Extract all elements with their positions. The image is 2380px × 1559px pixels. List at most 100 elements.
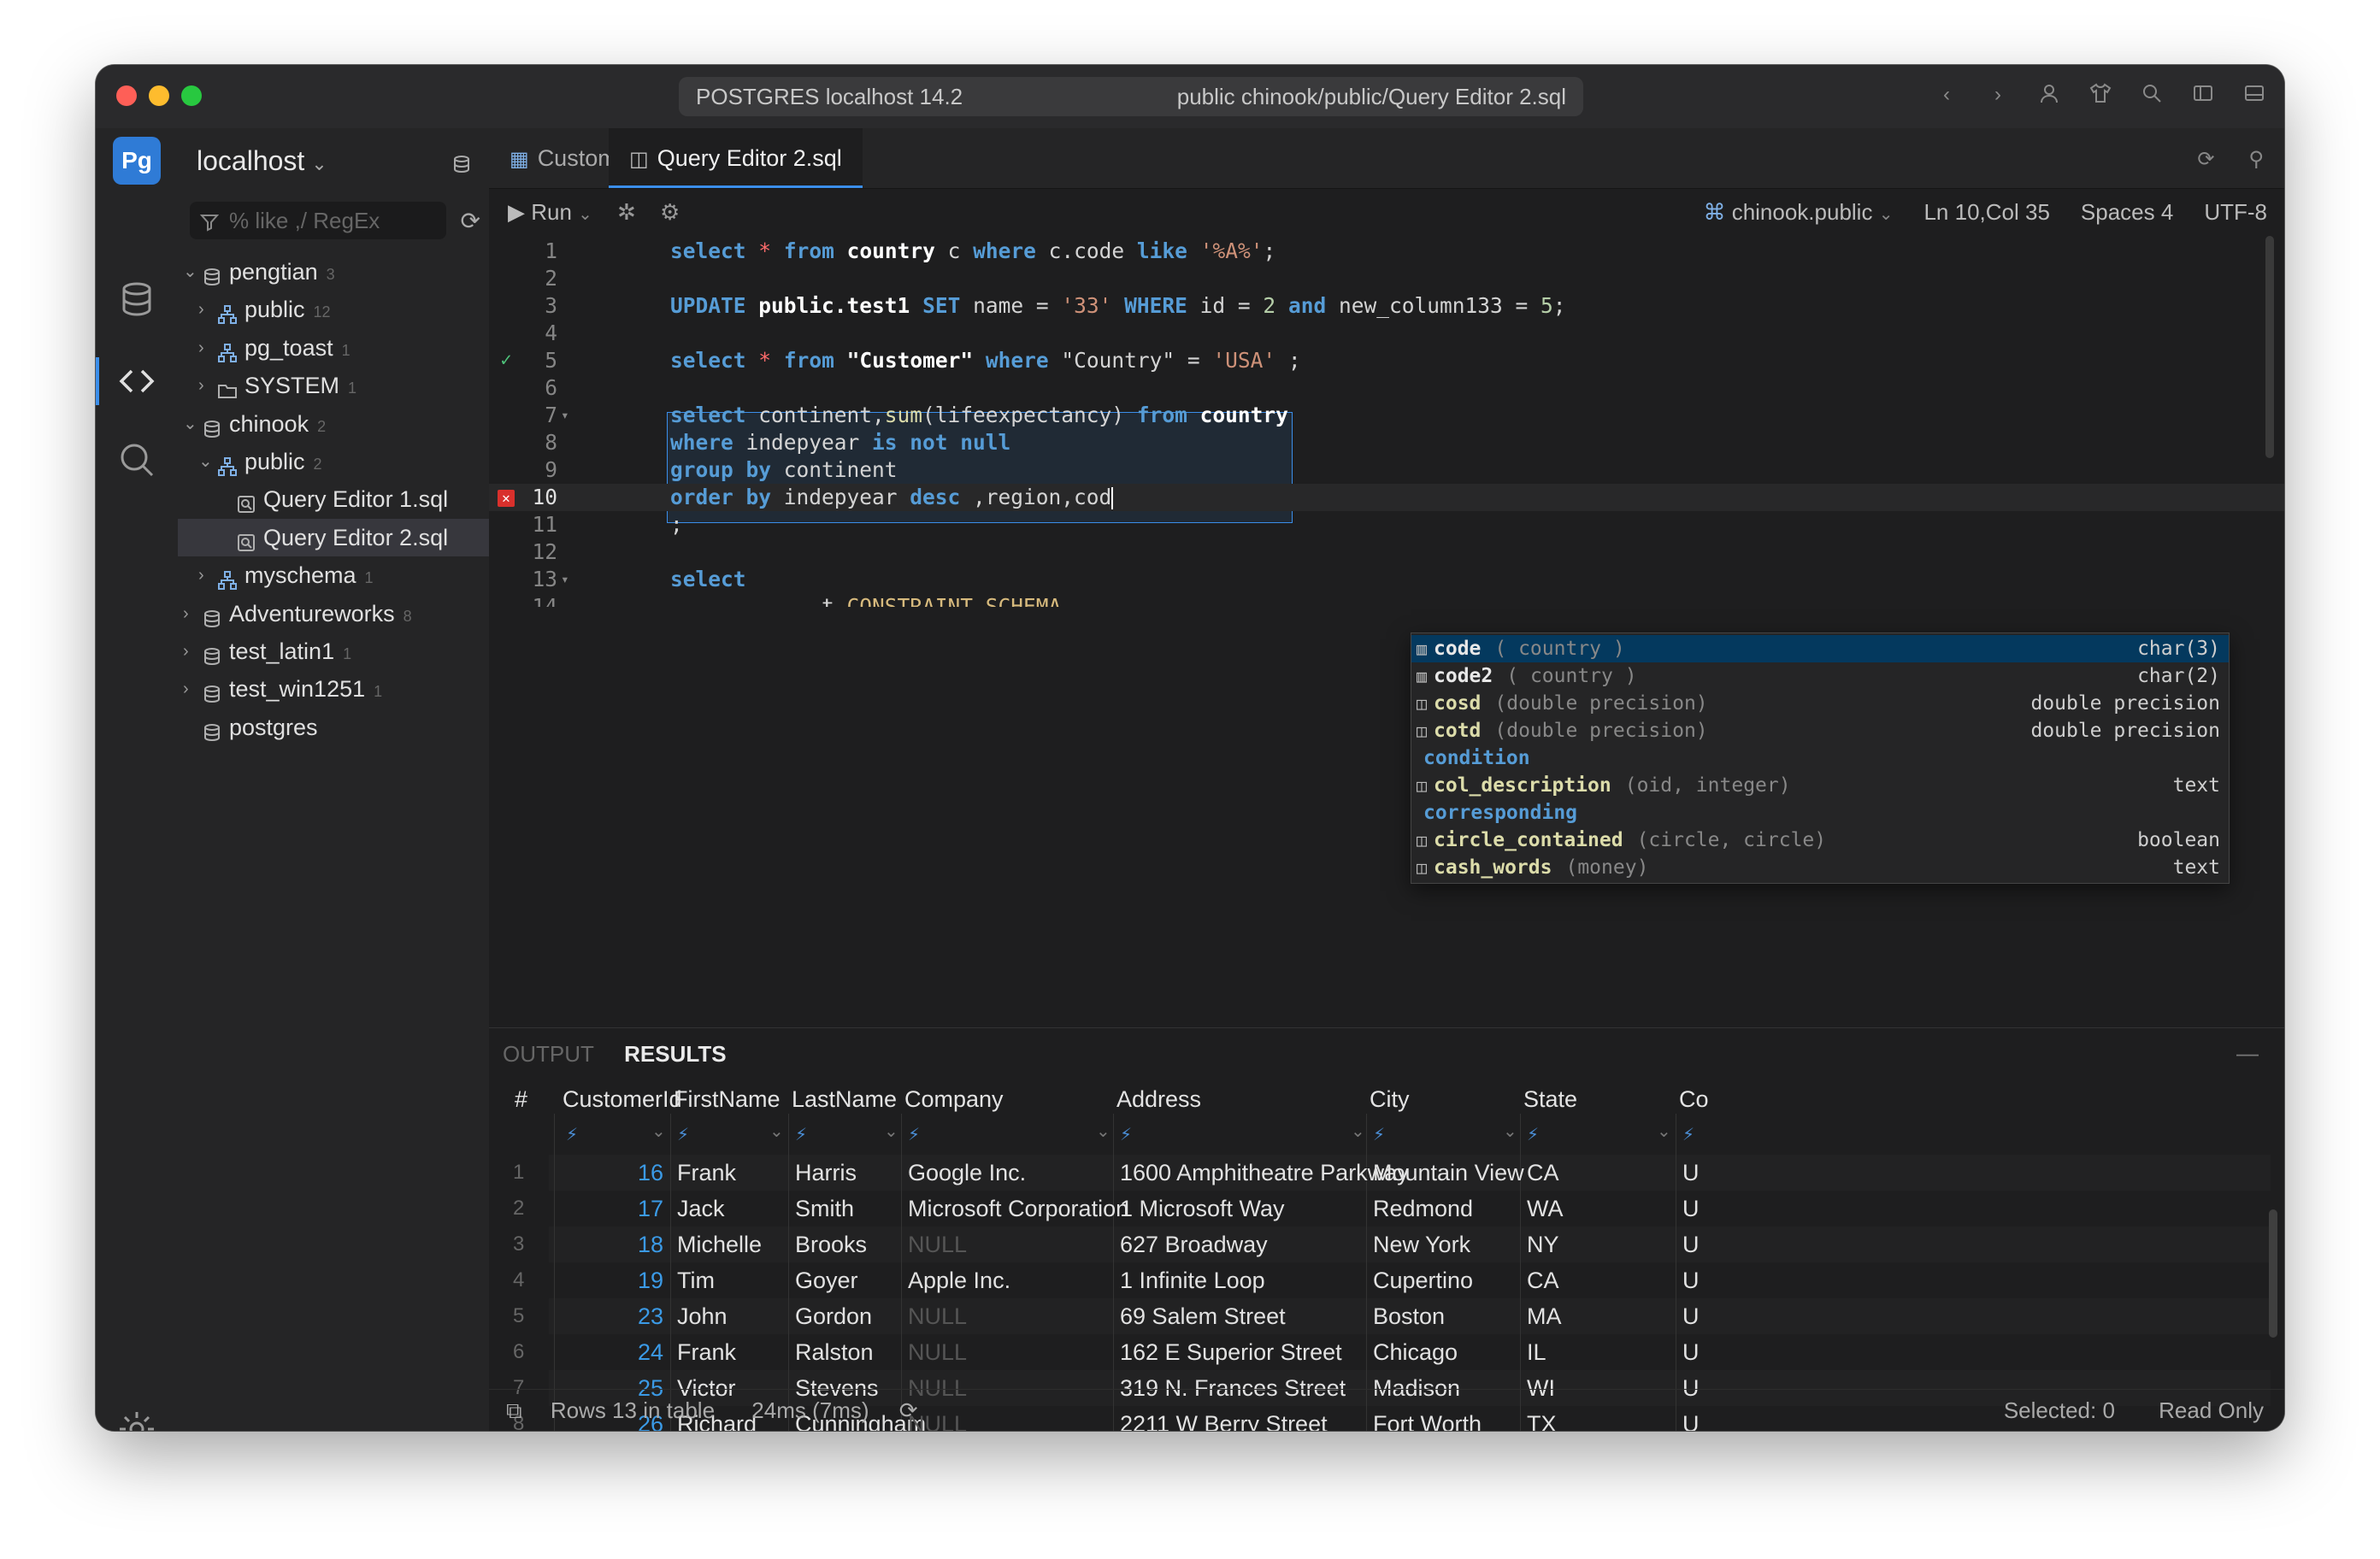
table-cell[interactable]: Apple Inc. xyxy=(908,1262,1010,1298)
filter-input[interactable]: % like ,/ RegEx xyxy=(190,202,446,239)
table-cell[interactable]: NY xyxy=(1527,1227,1559,1262)
chevron-down-icon[interactable]: ⌄ xyxy=(183,405,200,443)
tree-item[interactable]: ⌄ public 2 xyxy=(178,443,489,480)
table-cell[interactable]: U xyxy=(1682,1298,1700,1334)
table-cell[interactable]: Boston xyxy=(1373,1298,1445,1334)
table-cell[interactable]: New York xyxy=(1373,1227,1470,1262)
tree-item[interactable]: › Adventureworks 8 xyxy=(178,595,489,632)
settings-gear-icon[interactable] xyxy=(116,1409,157,1431)
table-cell[interactable]: Frank xyxy=(677,1334,736,1370)
vertical-scrollbar[interactable] xyxy=(2269,1209,2277,1338)
chevron-down-icon[interactable]: ⌄ xyxy=(1096,1114,1110,1150)
connection-selector[interactable]: localhost ⌄ xyxy=(197,145,327,177)
column-header[interactable]: Co xyxy=(1679,1081,1709,1117)
pin-icon[interactable]: ⚲ xyxy=(2248,147,2264,172)
table-cell[interactable]: Brooks xyxy=(795,1227,867,1262)
toggle-panel-icon[interactable] xyxy=(2242,82,2267,108)
table-cell[interactable]: Google Inc. xyxy=(908,1155,1026,1191)
table-cell[interactable]: CA xyxy=(1527,1155,1559,1191)
autocomplete-item[interactable]: ◫ cosd (double precision) double precision xyxy=(1411,690,2229,717)
tree-item[interactable]: › test_win1251 1 xyxy=(178,670,489,708)
tree-item[interactable]: Query Editor 1.sql xyxy=(178,480,489,518)
column-header[interactable]: CustomerId xyxy=(563,1081,682,1117)
chevron-right-icon[interactable]: › xyxy=(198,556,215,594)
settings-gear-icon[interactable]: ⚙ xyxy=(660,188,680,236)
cell-customer-id[interactable]: 17 xyxy=(557,1191,663,1227)
chevron-right-icon[interactable]: › xyxy=(183,670,200,708)
chevron-right-icon[interactable]: › xyxy=(198,291,215,328)
shirt-icon[interactable] xyxy=(2088,82,2113,108)
column-header[interactable]: FirstName xyxy=(674,1081,781,1117)
chevron-down-icon[interactable]: ⌄ xyxy=(183,253,200,291)
table-cell[interactable]: MA xyxy=(1527,1298,1562,1334)
code-line[interactable]: 12 xyxy=(489,538,2284,566)
table-cell[interactable]: 627 Broadway xyxy=(1120,1227,1268,1262)
chevron-down-icon[interactable]: ⌄ xyxy=(884,1114,898,1150)
cell-customer-id[interactable]: 18 xyxy=(557,1227,663,1262)
table-cell[interactable]: U xyxy=(1682,1227,1700,1262)
chevron-down-icon[interactable]: ⌄ xyxy=(1503,1114,1517,1150)
column-divider[interactable] xyxy=(901,1114,902,1431)
table-cell[interactable]: CA xyxy=(1527,1262,1559,1298)
column-divider[interactable] xyxy=(788,1114,789,1431)
chevron-right-icon[interactable]: › xyxy=(183,632,200,670)
encoding[interactable]: UTF-8 xyxy=(2204,188,2267,238)
code-line[interactable]: 14 t.CONSTRAINT_SCHEMA xyxy=(489,593,2284,607)
account-icon[interactable] xyxy=(2036,82,2062,108)
back-icon[interactable]: ‹ xyxy=(1934,82,1959,108)
refresh-icon[interactable]: ⟳ xyxy=(899,1397,918,1423)
refresh-icon[interactable]: ⟳ xyxy=(461,207,480,235)
table-cell[interactable]: 1600 Amphitheatre Parkway xyxy=(1120,1155,1409,1191)
copy-icon[interactable]: ⧉ xyxy=(506,1397,522,1423)
column-filter-icon[interactable]: ⚡ xyxy=(1373,1117,1385,1153)
code-line[interactable]: 3 UPDATE public.test1 SET name = '33' WHE… xyxy=(489,292,2284,320)
read-only-indicator[interactable]: Read Only xyxy=(2159,1397,2264,1423)
autocomplete-item[interactable]: condition xyxy=(1411,744,2229,772)
table-cell[interactable]: Mountain View xyxy=(1373,1155,1524,1191)
close-window-button[interactable] xyxy=(116,85,137,106)
code-line[interactable]: 6 xyxy=(489,374,2284,402)
command-center[interactable]: POSTGRES localhost 14.2 public chinook/p… xyxy=(679,77,1583,116)
column-header[interactable]: Company xyxy=(904,1081,1004,1117)
code-line[interactable]: 7 ▾ select continent,sum(lifeexpectancy) f… xyxy=(489,402,2284,429)
table-cell[interactable]: Frank xyxy=(677,1155,736,1191)
table-cell[interactable]: Ralston xyxy=(795,1334,874,1370)
chevron-right-icon[interactable]: › xyxy=(198,329,215,367)
table-cell[interactable]: Harris xyxy=(795,1155,857,1191)
table-cell[interactable]: NULL xyxy=(908,1227,967,1262)
chevron-right-icon[interactable]: › xyxy=(183,595,200,632)
column-filter-icon[interactable]: ⚡ xyxy=(677,1117,689,1153)
code-line[interactable]: ✓ 5 select * from "Customer" where "Countr… xyxy=(489,347,2284,374)
forward-icon[interactable]: › xyxy=(1985,82,2011,108)
chevron-down-icon[interactable]: ⌄ xyxy=(198,443,215,480)
table-cell[interactable]: Smith xyxy=(795,1191,854,1227)
search-icon[interactable] xyxy=(2139,82,2165,108)
database-list-icon[interactable] xyxy=(451,154,475,178)
cell-customer-id[interactable]: 19 xyxy=(557,1262,663,1298)
refresh-icon[interactable]: ⟳ xyxy=(2197,147,2214,172)
tree-item[interactable]: › test_latin1 1 xyxy=(178,632,489,670)
code-line[interactable]: 9 group by continent xyxy=(489,456,2284,484)
tree-item[interactable]: ⌄ chinook 2 xyxy=(178,405,489,443)
code-line[interactable]: 11; xyxy=(489,511,2284,538)
column-header[interactable]: Address xyxy=(1116,1081,1201,1117)
column-header[interactable]: LastName xyxy=(792,1081,897,1117)
column-filter-icon[interactable]: ⚡ xyxy=(566,1117,578,1153)
autocomplete-item[interactable]: ◫ cotd (double precision) double precision xyxy=(1411,717,2229,744)
tab-query-editor-2[interactable]: ◫ Query Editor 2.sql xyxy=(609,128,863,188)
table-cell[interactable]: Goyer xyxy=(795,1262,858,1298)
table-cell[interactable]: John xyxy=(677,1298,728,1334)
table-cell[interactable]: Michelle xyxy=(677,1227,762,1262)
chevron-down-icon[interactable]: ⌄ xyxy=(769,1114,784,1150)
table-cell[interactable]: U xyxy=(1682,1334,1700,1370)
column-filter-icon[interactable]: ⚡ xyxy=(1527,1117,1539,1153)
cell-customer-id[interactable]: 16 xyxy=(557,1155,663,1191)
tree-item[interactable]: › public 12 xyxy=(178,291,489,328)
table-cell[interactable]: U xyxy=(1682,1262,1700,1298)
minimize-window-button[interactable] xyxy=(149,85,169,106)
code-line[interactable]: 8 where indepyear is not null xyxy=(489,429,2284,456)
cell-customer-id[interactable]: 23 xyxy=(557,1298,663,1334)
autocomplete-item[interactable]: ◫ cash_words (money) text xyxy=(1411,854,2229,881)
format-icon[interactable]: ✲ xyxy=(617,188,636,236)
autocomplete-item[interactable]: ▥ code( country ) char(3) xyxy=(1411,635,2229,662)
